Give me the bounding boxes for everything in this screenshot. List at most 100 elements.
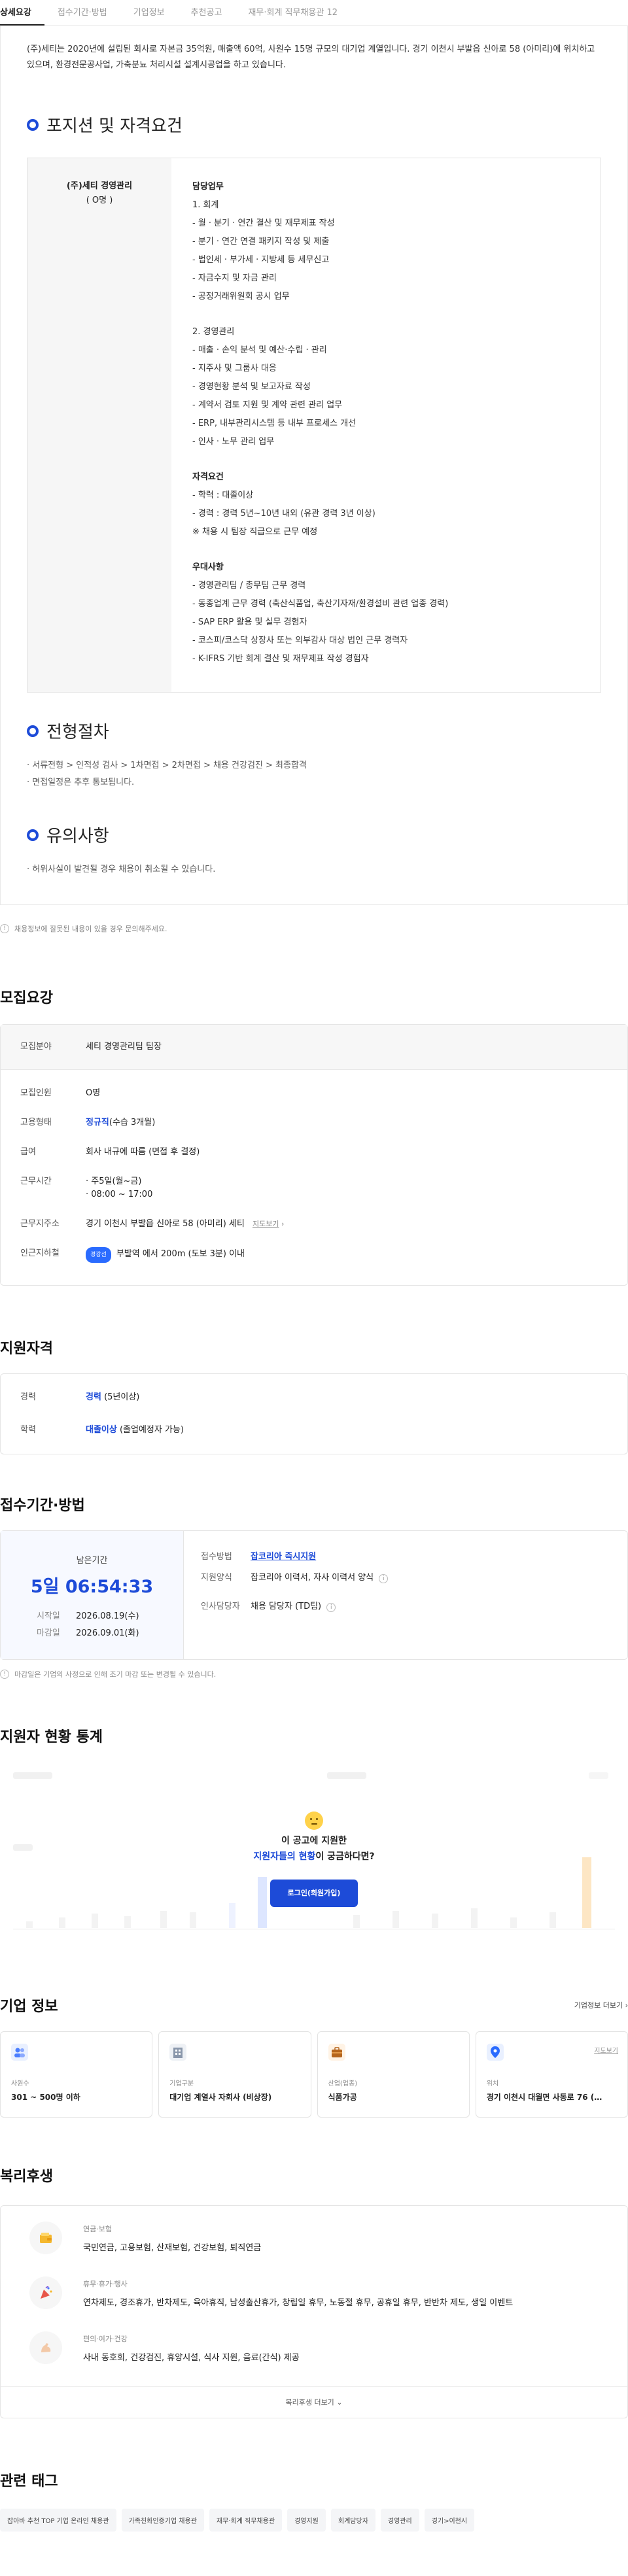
tag-chip[interactable]: 가족친화인증기업 채용관 [121,2509,204,2532]
apply-disclaimer: ! 마감일은 기업의 사정으로 인해 조기 마감 또는 변경될 수 있습니다. [0,1669,628,1679]
recruit-row: 고용형태 정규직(수습 3개월) [20,1118,156,1127]
duty-item: - 자금수지 및 자금 관리 [192,273,277,283]
tab-recommended[interactable]: 추천공고 [178,5,236,26]
recruit-row: 인근지하철 경강선 부발역 에서 200m (도보 3분) 이내 [20,1247,608,1263]
duty-item: - 인사 · 노무 관리 업무 [192,437,275,447]
process-heading: 전형절차 [27,719,601,743]
map-pin-icon [486,2044,504,2061]
stats-title: 지원자 현황 통계 [0,1729,103,1745]
tag-chip[interactable]: 재무·회계 직무채용관 [209,2509,283,2532]
ring-bullet-icon [27,725,39,737]
preferred-item: - K-IFRS 기반 회계 결산 및 재무제표 작성 경험자 [192,654,369,664]
detail-disclaimer: ! 채용정보에 잘못된 내용이 있을 경우 문의해주세요. [0,923,628,934]
party-popper-icon [29,2276,62,2309]
recruit-row: 급여 회사 내규에 따름 (면접 후 결정) [20,1147,200,1157]
tag-list: 잡아바 추천 TOP 기업 온라인 채용관 가족친화인증기업 채용관 재무·회계… [0,2509,628,2532]
job-detail-page: 상세요강 접수기간·방법 기업정보 추천공고 재무·회계 직무채용관 12 (주… [0,0,628,2576]
stats-section: 지원자 현황 통계 이 공고에 지원한 지원자들의 현황이 궁금하다면? 로그인… [0,1725,628,1962]
duty-item: - 경영현황 분석 및 보고자료 작성 [192,382,311,392]
tags-section: 관련 태그 잡아바 추천 TOP 기업 온라인 채용관 가족친화인증기업 채용관… [0,2469,628,2532]
company-card-location: 지도보기 위치 경기 이천시 대월면 사동로 76 (… [475,2031,628,2118]
duties-group-2-title: 2. 경영관리 [192,327,235,337]
info-icon[interactable]: i [326,1603,336,1612]
people-icon [11,2044,28,2061]
position-label-cell: (주)세티 경영관리 ( O명 ) [27,158,171,692]
qualify-row: 학력 대졸이상 (졸업예정자 가능) [20,1425,184,1435]
remaining-time-panel: 남은기간 5일 06:54:33 시작일 2026.08.19(수) 마감일 202… [1,1531,184,1659]
building-icon [169,2044,187,2061]
company-title: 기업 정보 [0,1999,58,2015]
preferred-item: - 코스피/코스닥 상장사 또는 외부감사 대상 법인 근무 경력자 [192,636,408,645]
quick-apply-link[interactable]: 잡코리아 즉시지원 [251,1551,316,1564]
info-icon: ! [0,1670,9,1679]
company-cards: 사원수 301 ~ 500명 이하 기업구분 대기업 계열사 자회사 (비상장)… [0,2031,628,2118]
chevron-down-icon: ⌄ [336,2398,343,2407]
qualification-item: ※ 채용 시 팀장 직급으로 근무 예정 [192,527,318,537]
recruit-row: 근무시간 · 주5일(월~금) · 08:00 ~ 17:00 [20,1176,153,1199]
detail-content: (주)세티는 2020년에 설립된 회사로 자본금 35억원, 매출액 60억,… [0,26,628,905]
login-prompt: 이 공고에 지원한 지원자들의 현황이 궁금하다면? 로그인(회원가입) [0,1812,628,1907]
duty-item: - 법인세 · 부가세 · 지방세 등 세무신고 [192,255,330,265]
benefit-row: 편의·여가·건강 사내 동호회, 건강검진, 휴양시설, 식사 지원, 음료(간… [29,2331,599,2364]
detail-tabbar: 상세요강 접수기간·방법 기업정보 추천공고 재무·회계 직무채용관 12 [0,0,628,26]
process-steps: · 서류전형 > 인적성 검사 > 1차면접 > 2차면접 > 채용 건강검진 … [27,761,307,770]
recruit-title: 모집요강 [0,990,53,1006]
benefit-title: 복리후생 [0,2169,53,2185]
position-heading: 포지션 및 자격요건 [27,112,601,137]
company-card-employees: 사원수 301 ~ 500명 이하 [0,2031,153,2118]
recruit-section: 모집요강 모집분야 세티 경영관리팀 팀장 모집인원 O명 고용형태 정규직(수… [0,986,628,1286]
ring-bullet-icon [27,118,39,131]
qualification-title: 자격요건 [192,472,224,482]
duty-item: - 계약서 검토 지원 및 계약 관련 관리 업무 [192,400,343,410]
map-link[interactable]: 지도보기 [253,1220,279,1228]
remaining-time: 5일 06:54:33 [30,1577,154,1597]
company-card-type: 기업구분 대기업 계열사 자회사 (비상장) [158,2031,311,2118]
benefit-row: 연금·보험 국민연금, 고용보험, 산재보험, 건강보험, 퇴직연금 [29,2222,599,2254]
apply-title: 접수기간·방법 [0,1498,85,1514]
tab-detail[interactable]: 상세요강 [0,5,44,26]
position-table: (주)세티 경영관리 ( O명 ) 담당업무 1. 회계 - 월 · 분기 · … [27,158,601,693]
benefit-section: 복리후생 연금·보험 국민연금, 고용보험, 산재보험, 건강보험, 퇴직연금 … [0,2165,628,2418]
tag-chip[interactable]: 회계담당자 [330,2509,375,2532]
briefcase-icon [328,2044,345,2061]
recruit-field-row: 모집분야 세티 경영관리팀 팀장 [1,1025,627,1070]
recruit-card: 모집분야 세티 경영관리팀 팀장 모집인원 O명 고용형태 정규직(수습 3개월… [0,1024,628,1286]
apply-card: 남은기간 5일 06:54:33 시작일 2026.08.19(수) 마감일 202… [0,1530,628,1660]
tab-apply-period[interactable]: 접수기간·방법 [44,5,120,26]
tag-chip[interactable]: 잡아바 추천 TOP 기업 온라인 채용관 [0,2509,116,2532]
benefit-more-button[interactable]: 복리후생 더보기 ⌄ [1,2386,627,2418]
wallet-icon [29,2222,62,2254]
duty-item: - 매출 · 손익 분석 및 예산·수립 · 관리 [192,345,327,355]
qualification-item: - 학력 : 대졸이상 [192,490,254,500]
qualification-item: - 경력 : 경력 5년~10년 내외 (유관 경력 3년 이상) [192,509,375,519]
recruit-rows: 모집인원 O명 고용형태 정규직(수습 3개월) 급여 회사 내규에 따름 (면… [1,1070,627,1285]
info-icon[interactable]: i [379,1574,389,1583]
company-section: 기업 정보 기업정보 더보기 › 사원수 301 ~ 500명 이하 기업구분 … [0,1995,628,2118]
notices-text: · 허위사실이 발견될 경우 채용이 취소될 수 있습니다. [27,865,216,874]
thinking-face-icon [305,1812,323,1830]
tag-chip[interactable]: 경영관리 [380,2509,419,2532]
tag-chip[interactable]: 경기>이천시 [424,2509,475,2532]
company-more-link[interactable]: 기업정보 더보기 › [574,2000,628,2010]
tag-chip[interactable]: 경영지원 [287,2509,326,2532]
duty-item: - 지주사 및 그룹사 대응 [192,364,277,373]
recruit-row: 모집인원 O명 [20,1088,101,1098]
end-date: 2026.09.01(화) [76,1628,139,1638]
duties-title: 담당업무 [192,182,224,192]
preferred-item: - SAP ERP 활용 및 실무 경험자 [192,617,307,627]
notices-heading: 유의사항 [27,823,601,847]
info-icon: ! [0,924,9,933]
login-button[interactable]: 로그인(회원가입) [270,1880,358,1907]
benefit-card: 연금·보험 국민연금, 고용보험, 산재보험, 건강보험, 퇴직연금 휴무·휴가… [0,2205,628,2418]
qualify-row: 경력 경력 (5년이상) [20,1392,140,1402]
duty-item: - 분기 · 연간 연결 패키지 작성 및 제출 [192,237,330,247]
position-description: 담당업무 1. 회계 - 월 · 분기 · 연간 결산 및 재무제표 작성 - … [171,158,601,692]
qualify-title: 지원자격 [0,1341,53,1357]
ring-bullet-icon [27,829,39,841]
tab-company-info[interactable]: 기업정보 [120,5,178,26]
preferred-item: - 경영관리팀 / 총무팀 근무 경력 [192,581,306,591]
tab-finance-jobs[interactable]: 재무·회계 직무채용관 12 [235,5,351,26]
location-map-link[interactable]: 지도보기 [594,2045,618,2055]
duties-group-1-title: 1. 회계 [192,200,219,210]
apply-method-panel: 접수방법 잡코리아 즉시지원 지원양식 잡코리아 이력서, 자사 이력서 양식 … [184,1531,627,1659]
